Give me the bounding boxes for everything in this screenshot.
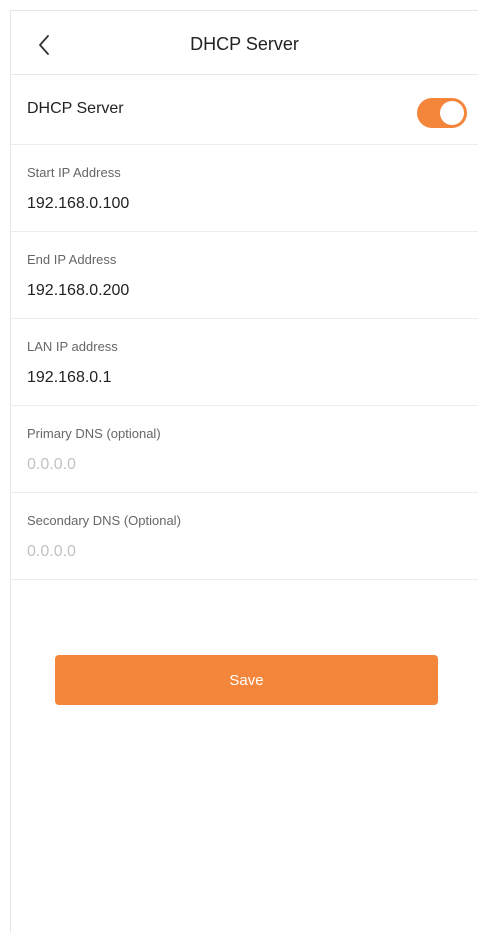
dhcp-server-toggle[interactable] <box>417 98 467 128</box>
save-button[interactable]: Save <box>55 655 438 705</box>
lan-ip-label: LAN IP address <box>27 339 118 354</box>
secondary-dns-input[interactable] <box>27 540 447 564</box>
end-ip-input[interactable] <box>27 279 447 303</box>
app-header: DHCP Server <box>11 11 478 75</box>
primary-dns-input[interactable] <box>27 453 447 477</box>
start-ip-input[interactable] <box>27 192 447 216</box>
dhcp-server-row: DHCP Server <box>11 75 478 145</box>
dhcp-server-label: DHCP Server <box>27 100 124 117</box>
end-ip-label: End IP Address <box>27 252 117 267</box>
lan-ip-input[interactable] <box>27 366 447 390</box>
start-ip-field-row: Start IP Address <box>11 145 478 232</box>
page-title: DHCP Server <box>190 34 299 54</box>
toggle-knob <box>440 101 464 125</box>
dhcp-server-screen: DHCP Server DHCP Server Start IP Address… <box>10 10 478 933</box>
secondary-dns-label: Secondary DNS (Optional) <box>27 513 181 528</box>
primary-dns-label: Primary DNS (optional) <box>27 426 161 441</box>
lan-ip-field-row: LAN IP address <box>11 319 478 406</box>
primary-dns-field-row: Primary DNS (optional) <box>11 406 478 493</box>
secondary-dns-field-row: Secondary DNS (Optional) <box>11 493 478 580</box>
start-ip-label: Start IP Address <box>27 165 121 180</box>
end-ip-field-row: End IP Address <box>11 232 478 319</box>
